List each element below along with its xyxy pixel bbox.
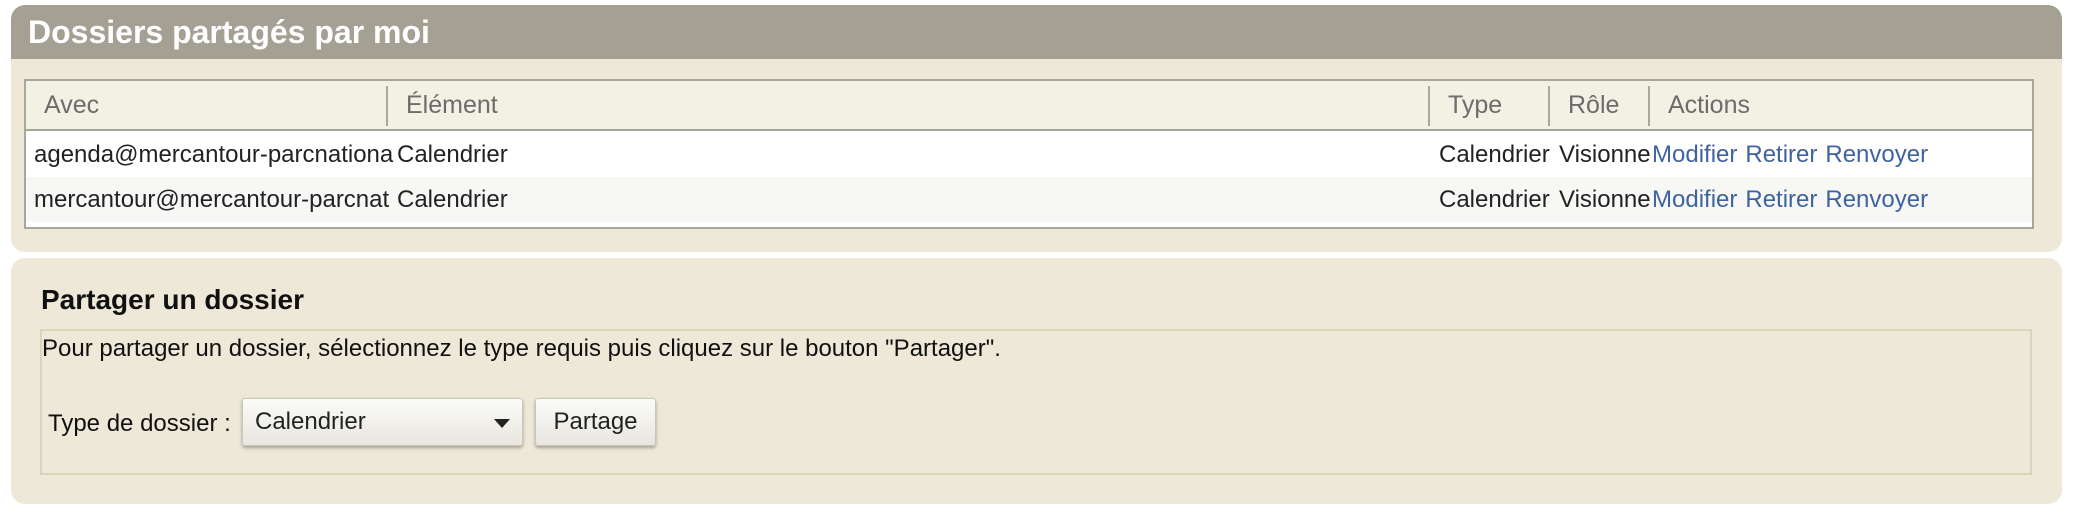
row-type: Calendrier xyxy=(1439,186,1550,213)
column-header-element[interactable]: Élément xyxy=(388,81,1428,129)
row-with: agenda@mercantour-parcnationa xyxy=(34,141,394,168)
share-folder-title: Partager un dossier xyxy=(41,284,304,315)
folder-type-label: Type de dossier : xyxy=(48,410,231,437)
folder-type-select[interactable]: Calendrier xyxy=(242,398,523,446)
grid-header: Avec Élément Type Rôle Actions xyxy=(26,81,2032,131)
remove-link[interactable]: Retirer xyxy=(1745,186,1817,213)
remove-link[interactable]: Retirer xyxy=(1745,141,1817,168)
row-actions: Modifier Retirer Renvoyer xyxy=(1652,177,2032,222)
table-row[interactable]: mercantour@mercantour-parcnat Calendrier… xyxy=(26,177,2032,222)
row-type: Calendrier xyxy=(1439,141,1550,168)
share-button[interactable]: Partage xyxy=(535,398,656,446)
share-folder-panel: Partager un dossier Pour partager un dos… xyxy=(11,258,2062,504)
modify-link[interactable]: Modifier xyxy=(1652,141,1737,168)
row-element: Calendrier xyxy=(397,186,508,213)
table-row[interactable]: agenda@mercantour-parcnationa Calendrier… xyxy=(26,132,2032,177)
resend-link[interactable]: Renvoyer xyxy=(1825,141,1928,168)
dropdown-caret-icon xyxy=(494,419,510,428)
share-folder-description: Pour partager un dossier, sélectionnez l… xyxy=(42,335,1001,362)
shared-folders-title: Dossiers partagés par moi xyxy=(11,5,2062,59)
resend-link[interactable]: Renvoyer xyxy=(1825,186,1928,213)
row-actions: Modifier Retirer Renvoyer xyxy=(1652,132,2032,177)
column-header-role[interactable]: Rôle xyxy=(1550,81,1648,129)
shared-folders-grid: Avec Élément Type Rôle Actions agenda@me… xyxy=(24,79,2034,229)
folder-type-value: Calendrier xyxy=(255,408,366,435)
column-header-with[interactable]: Avec xyxy=(26,81,386,129)
row-with: mercantour@mercantour-parcnat xyxy=(34,186,390,213)
column-header-type[interactable]: Type xyxy=(1430,81,1548,129)
row-role: Visionne xyxy=(1559,186,1651,213)
modify-link[interactable]: Modifier xyxy=(1652,186,1737,213)
share-folder-fieldset: Pour partager un dossier, sélectionnez l… xyxy=(40,329,2032,475)
row-element: Calendrier xyxy=(397,141,508,168)
row-role: Visionne xyxy=(1559,141,1651,168)
column-header-actions: Actions xyxy=(1668,91,1750,119)
